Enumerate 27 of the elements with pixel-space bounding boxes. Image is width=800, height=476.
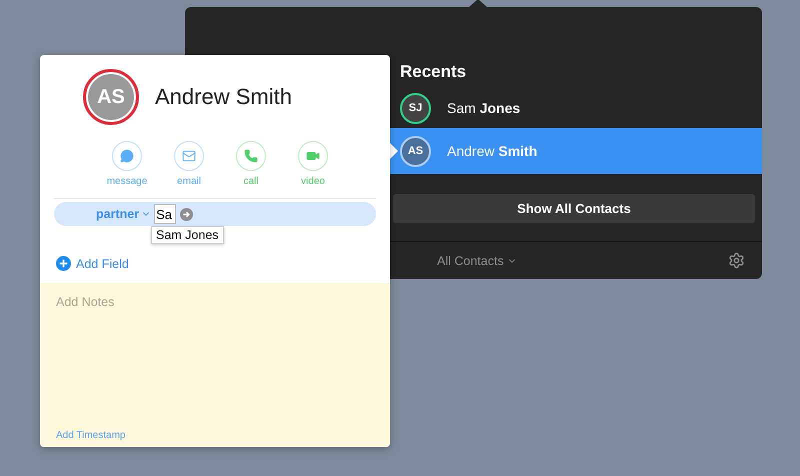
contact-avatar: AS	[400, 136, 431, 166]
video-camera-icon	[306, 149, 320, 163]
contact-name: Andrew Smith	[447, 143, 538, 159]
contact-row[interactable]: AS Andrew Smith	[390, 128, 762, 174]
contact-avatar: SJ	[400, 92, 431, 124]
recents-heading: Recents	[400, 62, 468, 82]
email-button[interactable]: email	[169, 141, 209, 187]
add-field-button[interactable]: Add Field	[56, 256, 390, 271]
add-timestamp-link[interactable]: Add Timestamp	[56, 430, 126, 441]
contact-avatar: AS	[83, 69, 139, 125]
label-selector[interactable]: partner	[96, 207, 152, 221]
contact-row[interactable]: SJ Sam Jones	[390, 88, 762, 128]
notes-field[interactable]: Add Notes Add Timestamp	[40, 283, 390, 447]
phone-icon	[244, 149, 258, 163]
envelope-icon	[182, 149, 196, 163]
autocomplete-suggestion[interactable]: Sam Jones	[151, 226, 224, 244]
contact-name: Andrew Smith	[155, 84, 292, 110]
call-button[interactable]: call	[231, 141, 271, 187]
chat-bubble-icon	[120, 149, 134, 163]
settings-icon[interactable]	[728, 252, 745, 269]
name-input[interactable]: Sa	[154, 204, 176, 224]
plus-icon	[56, 256, 71, 271]
group-selector[interactable]: All Contacts	[437, 254, 517, 268]
show-all-contacts-button[interactable]: Show All Contacts	[393, 194, 755, 223]
contact-name: Sam Jones	[447, 100, 520, 116]
message-button[interactable]: message	[107, 141, 147, 187]
video-button[interactable]: video	[293, 141, 333, 187]
